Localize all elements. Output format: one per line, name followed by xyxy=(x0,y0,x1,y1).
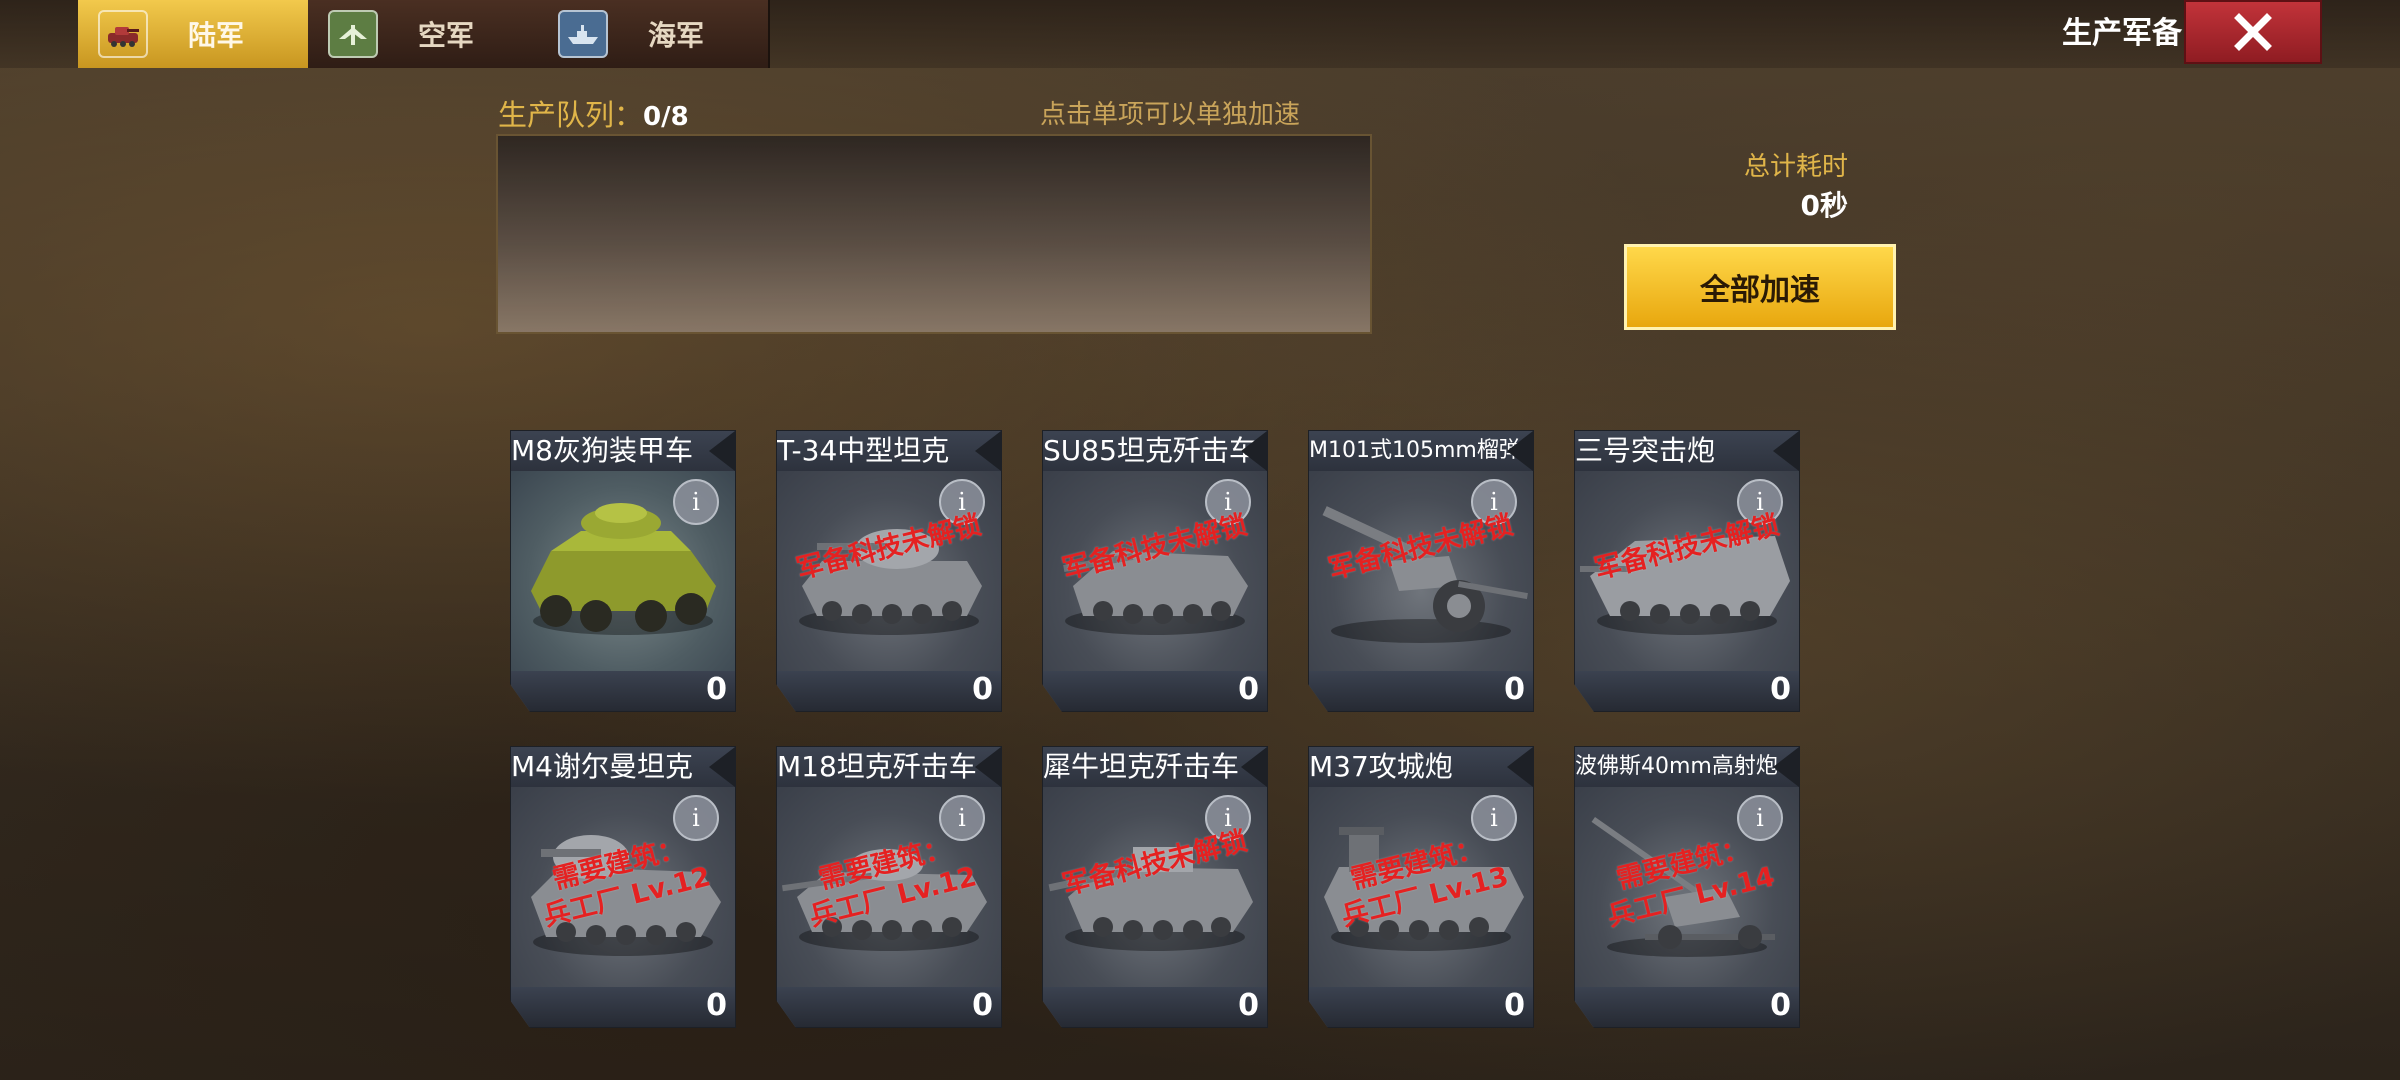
card-footer xyxy=(1043,987,1267,1027)
unit-count: 0 xyxy=(1238,988,1259,1023)
army-tab-icon xyxy=(98,10,148,58)
tab-army-label: 陆军 xyxy=(188,19,245,52)
close-icon xyxy=(2234,13,2272,51)
navy-tab-icon xyxy=(558,10,608,58)
unit-name: 波佛斯40mm高射炮 xyxy=(1575,747,1799,787)
tab-airforce[interactable]: 空军 xyxy=(308,0,540,68)
unit-name: SU85坦克歼击车 xyxy=(1043,431,1267,471)
unit-count: 0 xyxy=(1770,988,1791,1023)
unit-name: T-34中型坦克 xyxy=(777,431,1001,471)
tab-navy[interactable]: 海军 xyxy=(538,0,770,68)
unit-count: 0 xyxy=(972,672,993,707)
queue-count: 0/8 xyxy=(643,102,689,132)
queue-label: 生产队列：0/8 xyxy=(498,92,689,134)
card-footer xyxy=(1575,671,1799,711)
unit-card[interactable]: M101式105mm榴弹炮 i 军备科技未解锁 0 xyxy=(1308,430,1534,712)
unit-name: M18坦克歼击车 xyxy=(777,747,1001,787)
unit-card[interactable]: M4谢尔曼坦克 i 需要建筑： 兵工厂 Lv.12 0 xyxy=(510,746,736,1028)
total-time-value: 0秒 xyxy=(1800,189,1848,222)
top-bar: 陆军 空军 海军 生产军备 xyxy=(0,0,2400,68)
unit-card[interactable]: M37攻城炮 i 需要建筑： 兵工厂 Lv.13 0 xyxy=(1308,746,1534,1028)
unit-card[interactable]: SU85坦克歼击车 i 军备科技未解锁 0 xyxy=(1042,430,1268,712)
card-footer xyxy=(1309,987,1533,1027)
unit-name: 三号突击炮 xyxy=(1575,431,1799,471)
info-icon[interactable]: i xyxy=(673,479,719,525)
close-button[interactable] xyxy=(2184,0,2322,64)
speed-up-all-button[interactable]: 全部加速 xyxy=(1624,244,1896,330)
unit-name: M8灰狗装甲车 xyxy=(511,431,735,471)
unit-card[interactable]: 波佛斯40mm高射炮 i 需要建筑： 兵工厂 Lv.14 0 xyxy=(1574,746,1800,1028)
unit-count: 0 xyxy=(706,988,727,1023)
unit-card[interactable]: 犀牛坦克歼击车 i 军备科技未解锁 0 xyxy=(1042,746,1268,1028)
page-title: 生产军备 xyxy=(2062,16,2182,51)
production-queue[interactable] xyxy=(496,134,1372,334)
unit-count: 0 xyxy=(1504,672,1525,707)
queue-label-text: 生产队列： xyxy=(498,98,644,132)
queue-hint: 点击单项可以单独加速 xyxy=(1040,100,1301,130)
unit-name: M4谢尔曼坦克 xyxy=(511,747,735,787)
unit-card[interactable]: M8灰狗装甲车 i 0 xyxy=(510,430,736,712)
unit-count: 0 xyxy=(972,988,993,1023)
total-time-label: 总计耗时 xyxy=(1743,152,1848,182)
card-footer xyxy=(1575,987,1799,1027)
unit-count: 0 xyxy=(1504,988,1525,1023)
unit-card[interactable]: M18坦克歼击车 i 需要建筑： 兵工厂 Lv.12 0 xyxy=(776,746,1002,1028)
unit-name: 犀牛坦克歼击车 xyxy=(1043,747,1267,787)
tab-navy-label: 海军 xyxy=(648,19,705,52)
unit-card[interactable]: T-34中型坦克 i 军备科技未解锁 0 xyxy=(776,430,1002,712)
unit-name: M101式105mm榴弹炮 xyxy=(1309,431,1533,471)
card-footer xyxy=(1043,671,1267,711)
unit-count: 0 xyxy=(1770,672,1791,707)
unit-count: 0 xyxy=(1238,672,1259,707)
tab-airforce-label: 空军 xyxy=(418,19,475,52)
card-footer xyxy=(777,987,1001,1027)
tab-army[interactable]: 陆军 xyxy=(78,0,310,68)
card-footer xyxy=(511,987,735,1027)
airforce-tab-icon xyxy=(328,10,378,58)
unit-card[interactable]: 三号突击炮 i 军备科技未解锁 0 xyxy=(1574,430,1800,712)
card-footer xyxy=(1309,671,1533,711)
card-footer xyxy=(511,671,735,711)
card-footer xyxy=(777,671,1001,711)
unit-count: 0 xyxy=(706,672,727,707)
unit-name: M37攻城炮 xyxy=(1309,747,1533,787)
